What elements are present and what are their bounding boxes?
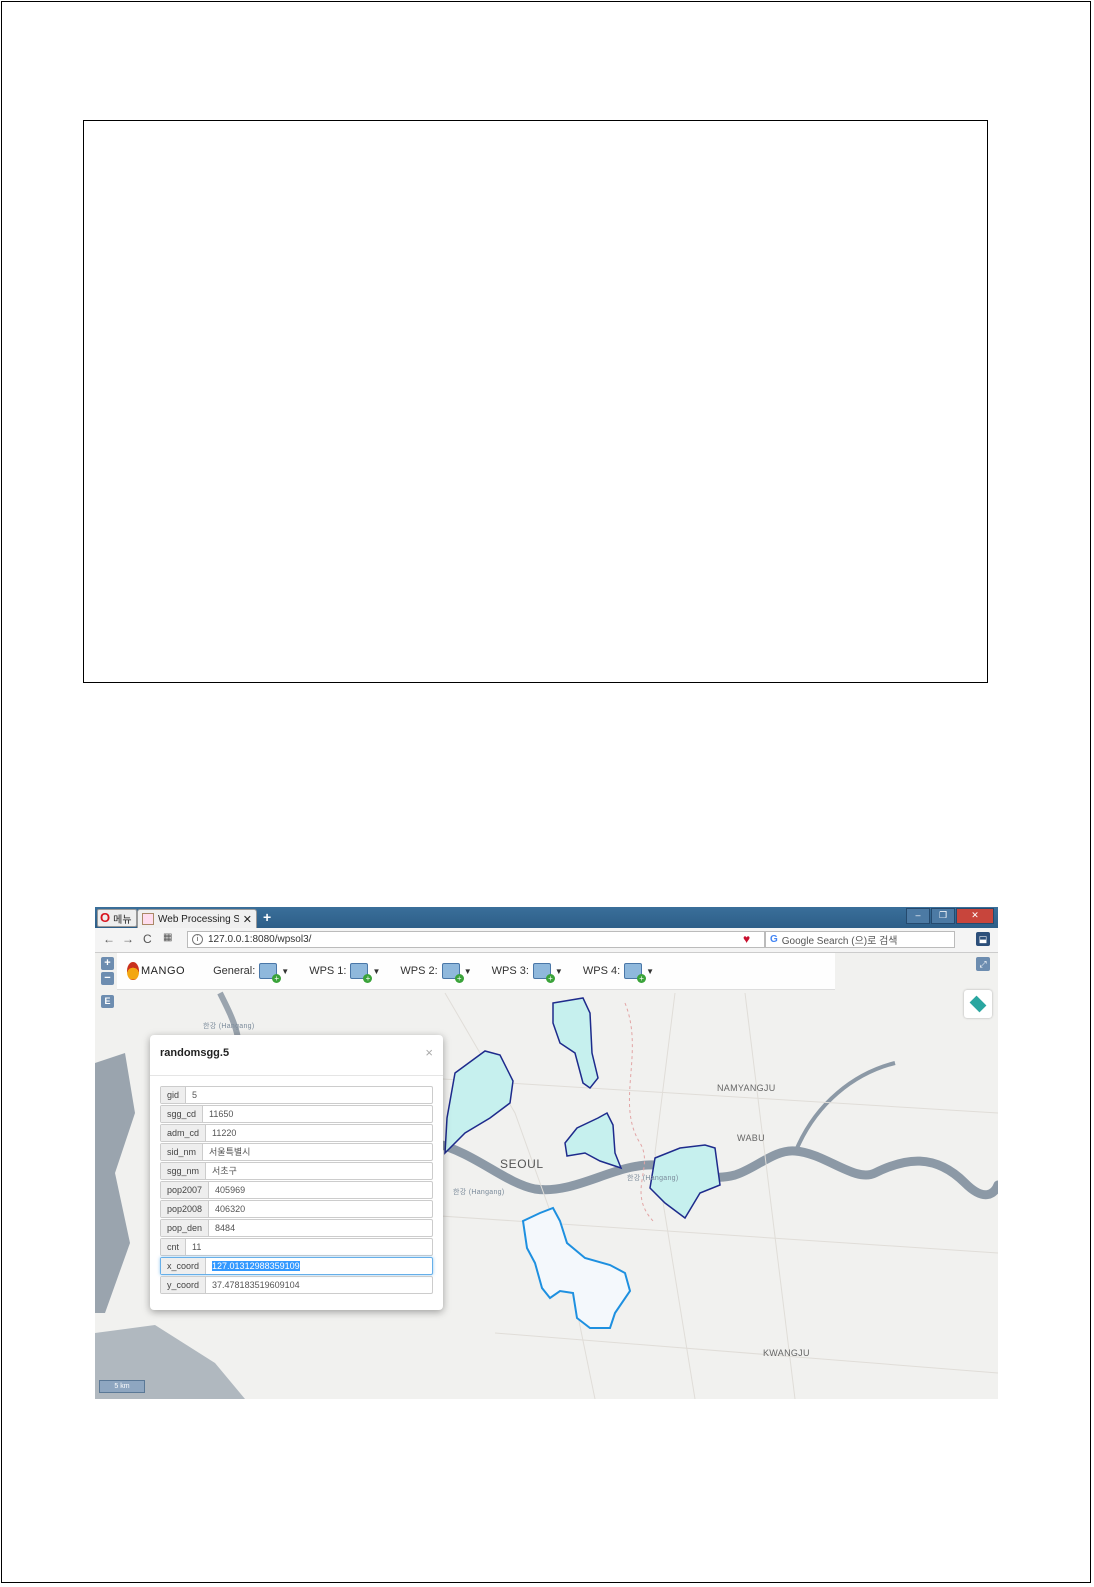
- menu-wps-2[interactable]: WPS 2: ▼: [400, 963, 472, 983]
- attribute-row: pop_den 8484: [160, 1219, 433, 1237]
- popup-title: randomsgg.5: [160, 1047, 230, 1059]
- menu-general[interactable]: General: ▼: [213, 963, 290, 983]
- cube-add-icon: [441, 963, 464, 983]
- attribute-row: sid_nm 서울특별시: [160, 1143, 433, 1161]
- map-label-hangang-1: 한강 (Hangang): [203, 1023, 255, 1030]
- map-label-wabu: WABU: [737, 1133, 765, 1143]
- search-placeholder: Google Search (으)로 검색: [781, 936, 898, 947]
- reload-icon[interactable]: C: [143, 932, 152, 946]
- mango-logo-icon: [127, 962, 139, 980]
- region-polygon-2[interactable]: [444, 1050, 514, 1155]
- attribute-row: y_coord 37.478183519609104: [160, 1276, 433, 1294]
- selected-region-polygon[interactable]: [521, 1206, 632, 1329]
- region-polygon-1[interactable]: [552, 997, 599, 1090]
- popup-divider: [150, 1075, 443, 1076]
- tab-close-icon[interactable]: ✕: [243, 913, 252, 926]
- caret-down-icon: ▼: [281, 966, 290, 976]
- caret-down-icon: ▼: [554, 966, 563, 976]
- opera-menu-label: 메뉴: [113, 914, 132, 926]
- window-close-icon[interactable]: ✕: [956, 908, 994, 924]
- map-label-namyangju: NAMYANGJU: [717, 1083, 776, 1093]
- mango-logo: MANGO: [127, 962, 185, 980]
- extension-icon[interactable]: ⬓: [976, 932, 990, 946]
- menu-wps-4[interactable]: WPS 4: ▼: [583, 963, 655, 983]
- map-label-hangang-3: 한강 (Hangang): [627, 1175, 679, 1182]
- map-label-seoul: SEOUL: [500, 1157, 544, 1171]
- map-label-kwangju: KWANGJU: [763, 1348, 810, 1358]
- app-toolbar: MANGO General: ▼ WPS 1: ▼ WPS 2: ▼ WPS 3…: [117, 953, 835, 990]
- cube-add-icon: [350, 963, 373, 983]
- attribute-row: gid 5: [160, 1086, 433, 1104]
- attribute-row: pop2008 406320: [160, 1200, 433, 1218]
- river-branch: [793, 1061, 896, 1154]
- address-bar: ← → C ▦ i 127.0.0.1:8080/wpsol3/ ♥ G Goo…: [95, 928, 998, 953]
- fullscreen-icon[interactable]: ⤢: [976, 957, 990, 971]
- browser-screenshot: O 메뉴 Web Processing Services ✕ + ≡ – ❐ ✕…: [95, 907, 998, 1399]
- opera-logo-icon: O: [100, 910, 111, 925]
- attribute-table: gid 5 sgg_cd 11650 adm_cd 11220 sid_nm 서…: [160, 1086, 433, 1295]
- document-add-icon: [259, 963, 282, 983]
- browser-tab[interactable]: Web Processing Services ✕: [137, 909, 257, 928]
- search-input[interactable]: G Google Search (으)로 검색: [765, 931, 955, 948]
- scale-bar: 5 km: [99, 1380, 145, 1393]
- attribute-value-field[interactable]: 8484: [209, 1220, 432, 1236]
- title-bar: O 메뉴 Web Processing Services ✕ + ≡ – ❐ ✕: [95, 907, 998, 928]
- attribute-row: cnt 11: [160, 1238, 433, 1256]
- tab-title: Web Processing Services: [158, 913, 239, 925]
- attribute-value-field[interactable]: 11220: [206, 1125, 432, 1141]
- attribute-row: sgg_cd 11650: [160, 1105, 433, 1123]
- coast-water: [95, 1053, 135, 1313]
- menu-wps-1[interactable]: WPS 1: ▼: [309, 963, 381, 983]
- attribute-row: sgg_nm 서초구: [160, 1162, 433, 1180]
- speed-dial-icon[interactable]: ▦: [163, 932, 172, 943]
- cube-add-icon: [532, 963, 555, 983]
- favicon-icon: [142, 913, 154, 925]
- attribute-value-field[interactable]: 406320: [209, 1201, 432, 1217]
- cube-add-icon: [624, 963, 647, 983]
- zoom-out-button[interactable]: −: [101, 972, 114, 985]
- attribute-row-focused: x_coord 127.01312988359109: [160, 1257, 433, 1275]
- blank-frame: [83, 120, 988, 683]
- new-tab-icon[interactable]: +: [263, 909, 271, 925]
- selected-text: 127.01312988359109: [212, 1261, 300, 1271]
- google-icon: G: [770, 934, 778, 945]
- menu-wps-3[interactable]: WPS 3: ▼: [492, 963, 563, 983]
- attribute-value-field[interactable]: 5: [186, 1087, 432, 1103]
- restore-icon[interactable]: ❐: [931, 908, 955, 924]
- boundary-line: [624, 1002, 656, 1224]
- map-label-hangang-2: 한강 (Hangang): [453, 1189, 505, 1196]
- caret-down-icon: ▼: [372, 966, 381, 976]
- attribute-value-field[interactable]: 37.478183519609104: [206, 1277, 432, 1293]
- url-text: 127.0.0.1:8080/wpsol3/: [208, 934, 312, 945]
- zoom-in-button[interactable]: +: [101, 957, 114, 970]
- popup-close-icon[interactable]: ×: [425, 1045, 433, 1060]
- bookmark-heart-icon[interactable]: ♥: [743, 932, 750, 946]
- minimize-icon[interactable]: –: [906, 908, 930, 924]
- feature-info-popup: randomsgg.5 × gid 5 sgg_cd 11650 adm_cd …: [150, 1035, 443, 1310]
- attribute-value-field[interactable]: 127.01312988359109: [206, 1258, 432, 1274]
- caret-down-icon: ▼: [646, 966, 655, 976]
- site-info-icon[interactable]: i: [192, 934, 203, 945]
- attribute-value-field[interactable]: 서울특별시: [203, 1144, 432, 1160]
- layers-icon[interactable]: [964, 990, 992, 1018]
- caret-down-icon: ▼: [463, 966, 472, 976]
- window-controls: – ❐ ✕: [906, 908, 994, 924]
- url-field[interactable]: i 127.0.0.1:8080/wpsol3/: [187, 931, 765, 948]
- attribute-row: adm_cd 11220: [160, 1124, 433, 1142]
- attribute-row: pop2007 405969: [160, 1181, 433, 1199]
- region-polygon-3[interactable]: [564, 1111, 623, 1170]
- attribute-value-field[interactable]: 서초구: [206, 1163, 432, 1179]
- forward-icon[interactable]: →: [122, 932, 134, 946]
- attribute-value-field[interactable]: 405969: [209, 1182, 432, 1198]
- attribute-value-field[interactable]: 11650: [203, 1106, 432, 1122]
- back-icon[interactable]: ←: [103, 932, 115, 946]
- attribute-value-field[interactable]: 11: [186, 1239, 432, 1255]
- opera-menu-button[interactable]: O 메뉴: [97, 909, 137, 927]
- zoom-control: + −: [101, 957, 114, 985]
- edit-button[interactable]: E: [101, 995, 114, 1008]
